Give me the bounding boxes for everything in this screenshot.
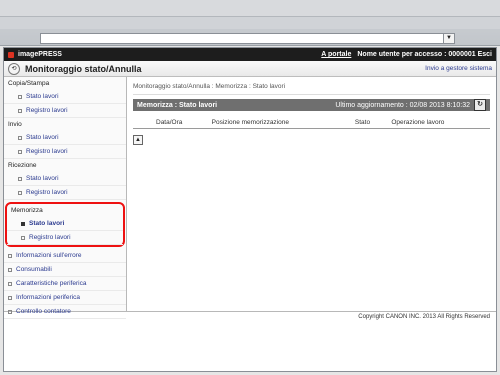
sidebar: Copia/Stampa Stato lavori Registro lavor… [4, 77, 127, 319]
sidebar-item-label: Consumabili [16, 266, 52, 273]
bullet-icon [18, 176, 22, 181]
browser-chrome: ▼ [0, 0, 500, 46]
sidebar-item-label: Controllo contatore [16, 308, 71, 315]
breadcrumb: Monitoraggio stato/Annulla : Memorizza :… [133, 83, 490, 95]
bullet-icon [8, 253, 12, 258]
sidebar-item-send-job-log[interactable]: Registro lavori [4, 145, 126, 159]
sidebar-item-receive-job-log[interactable]: Registro lavori [4, 186, 126, 200]
last-update: Ultimo aggiornamento : 02/08 2013 8:10:3… [335, 101, 470, 109]
sidebar-group-copy-print: Copia/Stampa [8, 80, 50, 87]
browser-menubar [0, 0, 500, 17]
sidebar-item-copy-job-log[interactable]: Registro lavori [4, 104, 126, 118]
sidebar-item-counter-check[interactable]: Controllo contatore [4, 305, 126, 319]
bullet-icon [21, 221, 25, 226]
content-area: Monitoraggio stato/Annulla : Memorizza :… [127, 77, 496, 311]
sidebar-group-send: Invio [8, 121, 22, 128]
bullet-icon [8, 295, 12, 300]
app-window: imagePRESS A portale Nome utente per acc… [3, 47, 497, 372]
bullet-icon [18, 108, 22, 113]
brand-name: imagePRESS [18, 51, 62, 58]
sidebar-item-receive-job-status[interactable]: Stato lavori [4, 172, 126, 186]
page-titlebar: ⟲ Monitoraggio stato/Annulla Invio a ges… [4, 61, 496, 77]
bullet-icon [18, 94, 22, 99]
sidebar-item-label: Stato lavori [26, 134, 59, 141]
scroll-top-icon[interactable]: ▲ [133, 135, 143, 145]
sidebar-item-consumables[interactable]: Consumabili [4, 263, 126, 277]
panel-title: Memorizza : Stato lavori [137, 101, 218, 109]
sidebar-item-label: Stato lavori [26, 93, 59, 100]
bullet-icon [18, 135, 22, 140]
address-dropdown-icon[interactable]: ▼ [443, 34, 454, 43]
refresh-icon[interactable]: ↻ [474, 99, 486, 111]
table-header-operation: Operazione lavoro [388, 117, 490, 129]
page-title: Monitoraggio stato/Annulla [25, 63, 142, 74]
table-header-datetime: Data/Ora [153, 117, 209, 129]
sidebar-item-label: Registro lavori [29, 234, 71, 241]
sidebar-item-label: Registro lavori [26, 107, 68, 114]
user-status[interactable]: Nome utente per accesso : 0000001 Esci [357, 51, 492, 58]
sidebar-item-label: Informazioni sull'errore [16, 252, 82, 259]
bullet-icon [21, 235, 25, 240]
sidebar-item-label: Stato lavori [29, 220, 65, 227]
top-bar: imagePRESS A portale Nome utente per acc… [4, 48, 496, 61]
bullet-icon [8, 281, 12, 286]
sidebar-group-receive: Ricezione [8, 162, 37, 169]
table-header-status: Stato [351, 117, 389, 129]
jobs-table: Data/Ora Posizione memorizzazione Stato … [133, 117, 490, 129]
sidebar-item-send-job-status[interactable]: Stato lavori [4, 131, 126, 145]
monitor-icon: ⟲ [8, 62, 20, 75]
sidebar-item-label: Stato lavori [26, 175, 59, 182]
sidebar-item-label: Registro lavori [26, 189, 68, 196]
sidebar-item-label: Caratteristiche periferica [16, 280, 87, 287]
sidebar-group-store: Memorizza [11, 207, 43, 214]
main-row: Copia/Stampa Stato lavori Registro lavor… [4, 77, 496, 319]
highlight-box: Memorizza Stato lavori Registro lavori [5, 202, 125, 247]
brand-logo-icon [8, 51, 14, 58]
sidebar-item-store-job-log[interactable]: Registro lavori [7, 231, 123, 245]
bullet-icon [18, 190, 22, 195]
panel-header: Memorizza : Stato lavori Ultimo aggiorna… [133, 99, 490, 111]
table-header-location: Posizione memorizzazione [208, 117, 352, 129]
sidebar-item-error-info[interactable]: Informazioni sull'errore [4, 249, 126, 263]
send-to-admin-link[interactable]: Invio a gestore sistema [425, 65, 492, 72]
table-header-row: Data/Ora Posizione memorizzazione Stato … [133, 117, 490, 129]
sidebar-item-label: Registro lavori [26, 148, 68, 155]
sidebar-item-device-features[interactable]: Caratteristiche periferica [4, 277, 126, 291]
bullet-icon [18, 149, 22, 154]
table-header-checkbox [133, 117, 153, 129]
bullet-icon [8, 309, 12, 314]
sidebar-item-label: Informazioni periferica [16, 294, 80, 301]
portal-link[interactable]: A portale [321, 51, 351, 58]
sidebar-item-device-info[interactable]: Informazioni periferica [4, 291, 126, 305]
address-field[interactable]: ▼ [40, 33, 455, 44]
browser-toolbar [0, 17, 500, 29]
bullet-icon [8, 267, 12, 272]
sidebar-item-copy-job-status[interactable]: Stato lavori [4, 90, 126, 104]
sidebar-item-store-job-status[interactable]: Stato lavori [7, 217, 123, 231]
